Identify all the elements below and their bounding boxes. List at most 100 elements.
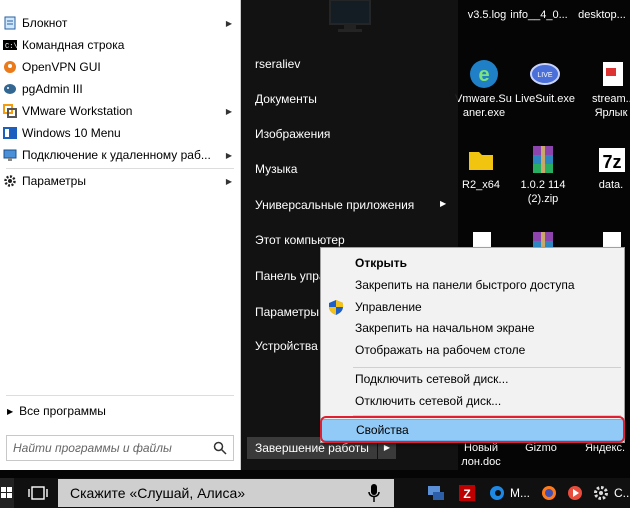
desktop-icon[interactable]: Яндекс.: [580, 441, 630, 455]
start-button[interactable]: [0, 478, 14, 508]
desktop-icon-label: Vmware.Su...: [455, 93, 513, 105]
start-search-box[interactable]: [6, 435, 234, 461]
start-item-label: Блокнот: [22, 16, 68, 30]
ctx-item-label: Открыть: [355, 256, 408, 270]
vmware-icon: [3, 104, 17, 118]
places-item-user[interactable]: rseraliev: [255, 57, 300, 71]
desktop-icon[interactable]: Gizmo: [512, 441, 570, 455]
places-item-label: Документы: [255, 92, 317, 106]
taskbar-app[interactable]: Z: [458, 478, 480, 508]
taskbar-app[interactable]: [427, 478, 449, 508]
search-icon: [213, 441, 227, 455]
submenu-arrow-icon: ▶: [225, 18, 232, 28]
settings-icon: [594, 486, 608, 500]
desktop-icon-label: (2).zip: [527, 193, 559, 205]
ctx-item-pin-start[interactable]: Закрепить на начальном экране: [321, 318, 624, 340]
start-item-settings[interactable]: Параметры ▶: [0, 170, 241, 192]
start-item-label: Командная строка: [22, 38, 125, 52]
desktop-icon[interactable]: LIVE LiveSuit.exe: [512, 58, 578, 106]
7zip-icon: 7z: [599, 148, 625, 172]
svg-text:e: e: [478, 64, 489, 86]
ctx-item-pin-quick-access[interactable]: Закрепить на панели быстрого доступа: [321, 275, 624, 297]
start-item-pgadmin[interactable]: pgAdmin III: [0, 78, 241, 100]
start-item-vmware[interactable]: VMware Workstation ▶: [0, 100, 241, 122]
ctx-item-label: Отображать на рабочем столе: [355, 343, 526, 357]
places-item-label: Изображения: [255, 127, 331, 141]
start-item-notepad[interactable]: Блокнот ▶: [0, 12, 241, 34]
places-item-universal-apps[interactable]: Универсальные приложения ▶: [255, 198, 446, 212]
start-item-remote-desktop[interactable]: Подключение к удаленному раб... ▶: [0, 144, 241, 166]
places-item-label: Параметры: [255, 305, 319, 319]
start-item-windows10menu[interactable]: Windows 10 Menu: [0, 122, 241, 144]
taskbar-app[interactable]: C...: [592, 478, 630, 508]
start-item-label: Параметры: [22, 174, 86, 188]
cmd-icon: C:\: [3, 40, 17, 51]
context-menu: Открыть Закрепить на панели быстрого дос…: [320, 247, 625, 443]
places-item-this-pc[interactable]: Этот компьютер: [255, 233, 345, 247]
start-search-input[interactable]: [7, 441, 202, 455]
cortana-search-box[interactable]: Скажите «Слушай, Алиса»: [58, 479, 394, 507]
ctx-item-label: Закрепить на начальном экране: [355, 321, 535, 335]
svg-text:C:\: C:\: [5, 43, 17, 51]
taskbar-app[interactable]: [540, 478, 562, 508]
taskbar-app[interactable]: [566, 478, 588, 508]
start-item-label: Подключение к удаленному раб...: [22, 148, 211, 162]
start-menu-programs-panel: Блокнот ▶ C:\ Командная строка OpenVPN G…: [0, 0, 241, 470]
start-item-label: VMware Workstation: [22, 104, 133, 118]
desktop-icon[interactable]: info__4_0...: [510, 8, 568, 22]
taskbar-app[interactable]: M...: [488, 478, 530, 508]
start-item-cmd[interactable]: C:\ Командная строка: [0, 34, 241, 56]
svg-text:Z: Z: [463, 487, 470, 501]
divider: [6, 168, 234, 169]
livesuit-icon: LIVE: [530, 63, 560, 85]
desktop-icon[interactable]: stream... Ярлык: [592, 58, 630, 120]
edge-icon: [490, 486, 504, 500]
highlight-annotation: [320, 416, 625, 443]
desktop-icon[interactable]: v3.5.log: [458, 8, 516, 22]
desktop-icon[interactable]: e Vmware.Su... aner.exe: [455, 58, 513, 120]
folder-icon: [469, 152, 493, 170]
taskbar: Скажите «Слушай, Алиса» Z M... C...: [0, 478, 630, 508]
submenu-arrow-icon: ▶: [225, 176, 232, 186]
pgadmin-icon: [4, 84, 16, 94]
ctx-item-disconnect-network-drive[interactable]: Отключить сетевой диск...: [321, 391, 624, 413]
app-e-icon: e: [470, 60, 498, 88]
microphone-icon[interactable]: [368, 484, 380, 502]
submenu-arrow-icon: ▶: [440, 199, 447, 208]
ctx-item-manage[interactable]: Управление: [321, 297, 624, 319]
places-item-settings[interactable]: Параметры: [255, 305, 319, 319]
desktop-icon-label: Gizmo: [525, 442, 557, 454]
shortcut-icon: [603, 62, 623, 86]
all-programs-button[interactable]: ▶ Все программы: [0, 400, 241, 422]
ctx-item-open[interactable]: Открыть: [321, 253, 624, 275]
firefox-icon: [542, 486, 556, 500]
places-item-label: rseraliev: [255, 57, 301, 71]
expand-arrow-icon: ▶: [7, 406, 14, 416]
desktop-icon[interactable]: R2_x64: [452, 144, 510, 192]
task-view-icon[interactable]: [28, 486, 48, 500]
places-item-music[interactable]: Музыка: [255, 162, 297, 176]
desktop-icon-label: stream...: [592, 93, 630, 105]
svg-text:7z: 7z: [602, 152, 621, 172]
ctx-item-map-network-drive[interactable]: Подключить сетевой диск...: [321, 369, 624, 391]
ctx-item-label: Подключить сетевой диск...: [355, 372, 509, 386]
places-item-pictures[interactable]: Изображения: [255, 127, 330, 141]
places-item-documents[interactable]: Документы: [255, 92, 317, 106]
ctx-item-label: Закрепить на панели быстрого доступа: [355, 278, 575, 292]
openvpn-icon: [4, 61, 16, 73]
desktop-icon-label: Новый: [464, 442, 498, 454]
start-item-label: Windows 10 Menu: [22, 126, 121, 140]
divider: [353, 367, 621, 368]
desktop-icon-label: info__4_0...: [510, 9, 568, 21]
desktop-icon[interactable]: Новый лон.doc: [452, 441, 510, 469]
filezilla-icon: Z: [459, 485, 475, 501]
start-item-label: OpenVPN GUI: [22, 60, 101, 74]
desktop-icon[interactable]: 7z data.: [592, 144, 630, 192]
ctx-item-show-on-desktop[interactable]: Отображать на рабочем столе: [321, 340, 624, 362]
network-app-icon: [428, 486, 444, 500]
desktop-icon-label: 1.0.2 114: [520, 179, 566, 191]
start-item-openvpn[interactable]: OpenVPN GUI: [0, 56, 241, 78]
desktop-icon-label: R2_x64: [462, 179, 500, 191]
desktop-icon[interactable]: 1.0.2 114 (2).zip: [514, 144, 572, 206]
desktop-icon[interactable]: desktop...: [574, 8, 630, 22]
